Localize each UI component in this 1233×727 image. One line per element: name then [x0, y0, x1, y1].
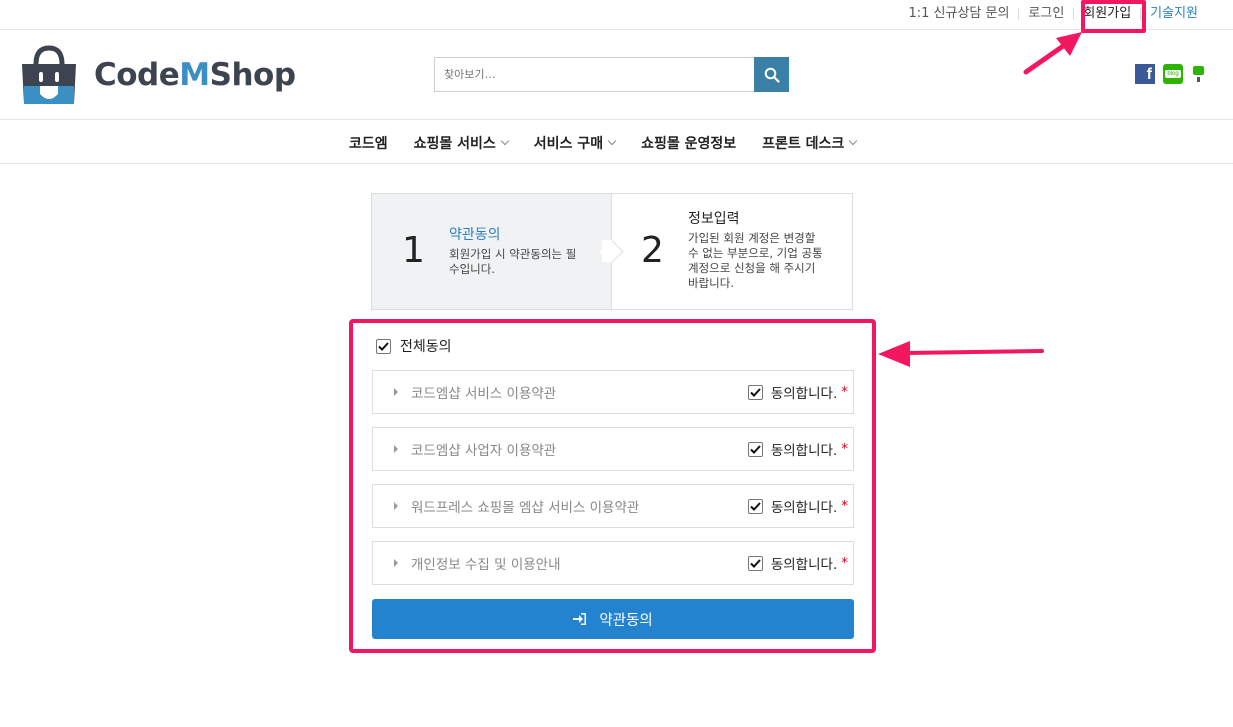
support-link[interactable]: 기술지원	[1141, 5, 1207, 23]
checkmark-icon	[750, 558, 761, 568]
search-icon	[764, 67, 780, 83]
nav-item-shop-info[interactable]: 쇼핑몰 운영정보	[641, 133, 736, 153]
term-agree[interactable]: 동의합니다. *	[747, 439, 848, 459]
term-agree[interactable]: 동의합니다. *	[747, 553, 848, 573]
top-links: 1:1 신규상담 문의 로그인 회원가입 기술지원	[899, 5, 1207, 23]
step-info: 2 정보입력 가입된 회원 계정은 변경할 수 없는 부분으로, 기업 공통 계…	[612, 194, 852, 309]
nav-item-service-purchase[interactable]: 서비스 구매	[534, 133, 617, 153]
expand-triangle-icon[interactable]	[394, 388, 398, 396]
term-checkbox[interactable]	[747, 384, 763, 400]
agree-all-label: 전체동의	[400, 339, 452, 355]
expand-triangle-icon[interactable]	[394, 502, 398, 510]
chevron-down-icon	[607, 136, 617, 146]
checkmark-icon	[750, 444, 761, 454]
search-input[interactable]	[434, 57, 754, 92]
signup-steps: 1 약관동의 회원가입 시 약관동의는 필수입니다. 2 정보입력 가입된 회원…	[371, 193, 853, 310]
term-title[interactable]: 워드프레스 쇼핑몰 엠샵 서비스 이용약관	[411, 496, 748, 516]
chevron-down-icon	[500, 136, 510, 146]
agree-label: 동의합니다.	[770, 443, 838, 459]
nav-item-codem[interactable]: 코드엠	[349, 133, 388, 153]
term-agree[interactable]: 동의합니다. *	[747, 496, 848, 516]
step-description: 가입된 회원 계정은 변경할 수 없는 부분으로, 기업 공통 계정으로 신청을…	[688, 231, 823, 290]
expand-triangle-icon[interactable]	[394, 559, 398, 567]
facebook-icon[interactable]: f	[1135, 64, 1155, 84]
step-title: 약관동의	[449, 227, 501, 243]
kakao-talk-icon[interactable]	[1191, 64, 1207, 84]
step-number: 2	[641, 230, 664, 271]
main-nav: 코드엠 쇼핑몰 서비스 서비스 구매 쇼핑몰 운영정보 프론트 데스크	[0, 121, 1233, 164]
nav-item-front-desk[interactable]: 프론트 데스크	[762, 133, 858, 153]
nav-item-shop-service[interactable]: 쇼핑몰 서비스	[414, 133, 510, 153]
term-row[interactable]: 코드엠샵 서비스 이용약관 동의합니다. *	[372, 370, 854, 414]
annotation-arrow-icon	[878, 341, 1044, 367]
term-row[interactable]: 코드엠샵 사업자 이용약관 동의합니다. *	[372, 427, 854, 471]
step-description: 회원가입 시 약관동의는 필수입니다.	[449, 247, 577, 276]
signup-highlight-box	[1081, 0, 1146, 33]
chevron-down-icon	[849, 136, 858, 146]
required-mark: *	[841, 441, 848, 457]
step-number: 1	[402, 230, 425, 271]
expand-triangle-icon[interactable]	[394, 445, 398, 453]
required-mark: *	[841, 555, 848, 571]
required-mark: *	[841, 384, 848, 400]
required-mark: *	[841, 498, 848, 514]
term-row[interactable]: 워드프레스 쇼핑몰 엠샵 서비스 이용약관 동의합니다. *	[372, 484, 854, 528]
term-checkbox[interactable]	[747, 498, 763, 514]
logo[interactable]: CodeMShop	[16, 42, 296, 108]
term-title[interactable]: 개인정보 수집 및 이용안내	[411, 553, 748, 573]
term-agree[interactable]: 동의합니다. *	[747, 382, 848, 402]
submit-label: 약관동의	[599, 612, 653, 629]
annotation-arrow-icon	[1023, 32, 1082, 75]
term-title[interactable]: 코드엠샵 서비스 이용약관	[411, 382, 748, 402]
social-links: f blog	[1135, 64, 1207, 84]
search-button[interactable]	[754, 57, 789, 92]
consult-link[interactable]: 1:1 신규상담 문의	[899, 5, 1018, 23]
term-title[interactable]: 코드엠샵 사업자 이용약관	[411, 439, 748, 459]
agree-label: 동의합니다.	[770, 500, 838, 516]
step-terms: 1 약관동의 회원가입 시 약관동의는 필수입니다.	[372, 194, 612, 309]
shopping-bag-logo-icon	[22, 45, 76, 104]
checkmark-icon	[750, 501, 761, 511]
search-bar	[434, 57, 789, 92]
agree-label: 동의합니다.	[770, 386, 838, 402]
top-bar: 1:1 신규상담 문의 로그인 회원가입 기술지원	[0, 0, 1233, 30]
term-checkbox[interactable]	[747, 555, 763, 571]
agree-all-row[interactable]: 전체동의	[376, 336, 452, 356]
login-link[interactable]: 로그인	[1019, 5, 1073, 23]
logo-text: CodeMShop	[94, 57, 296, 93]
sign-in-icon	[573, 613, 587, 625]
term-checkbox[interactable]	[747, 441, 763, 457]
agreement-highlight-box: 전체동의 코드엠샵 서비스 이용약관 동의합니다. * 코드엠샵 사업자 이용약관…	[349, 319, 876, 653]
agree-label: 동의합니다.	[770, 557, 838, 573]
agree-submit-button[interactable]: 약관동의	[372, 599, 854, 639]
agree-all-checkbox[interactable]	[376, 338, 391, 354]
step-title: 정보입력	[688, 211, 740, 227]
checkmark-icon	[378, 341, 389, 351]
checkmark-icon	[750, 387, 761, 397]
term-row[interactable]: 개인정보 수집 및 이용안내 동의합니다. *	[372, 541, 854, 585]
naver-blog-icon[interactable]: blog	[1163, 64, 1183, 84]
